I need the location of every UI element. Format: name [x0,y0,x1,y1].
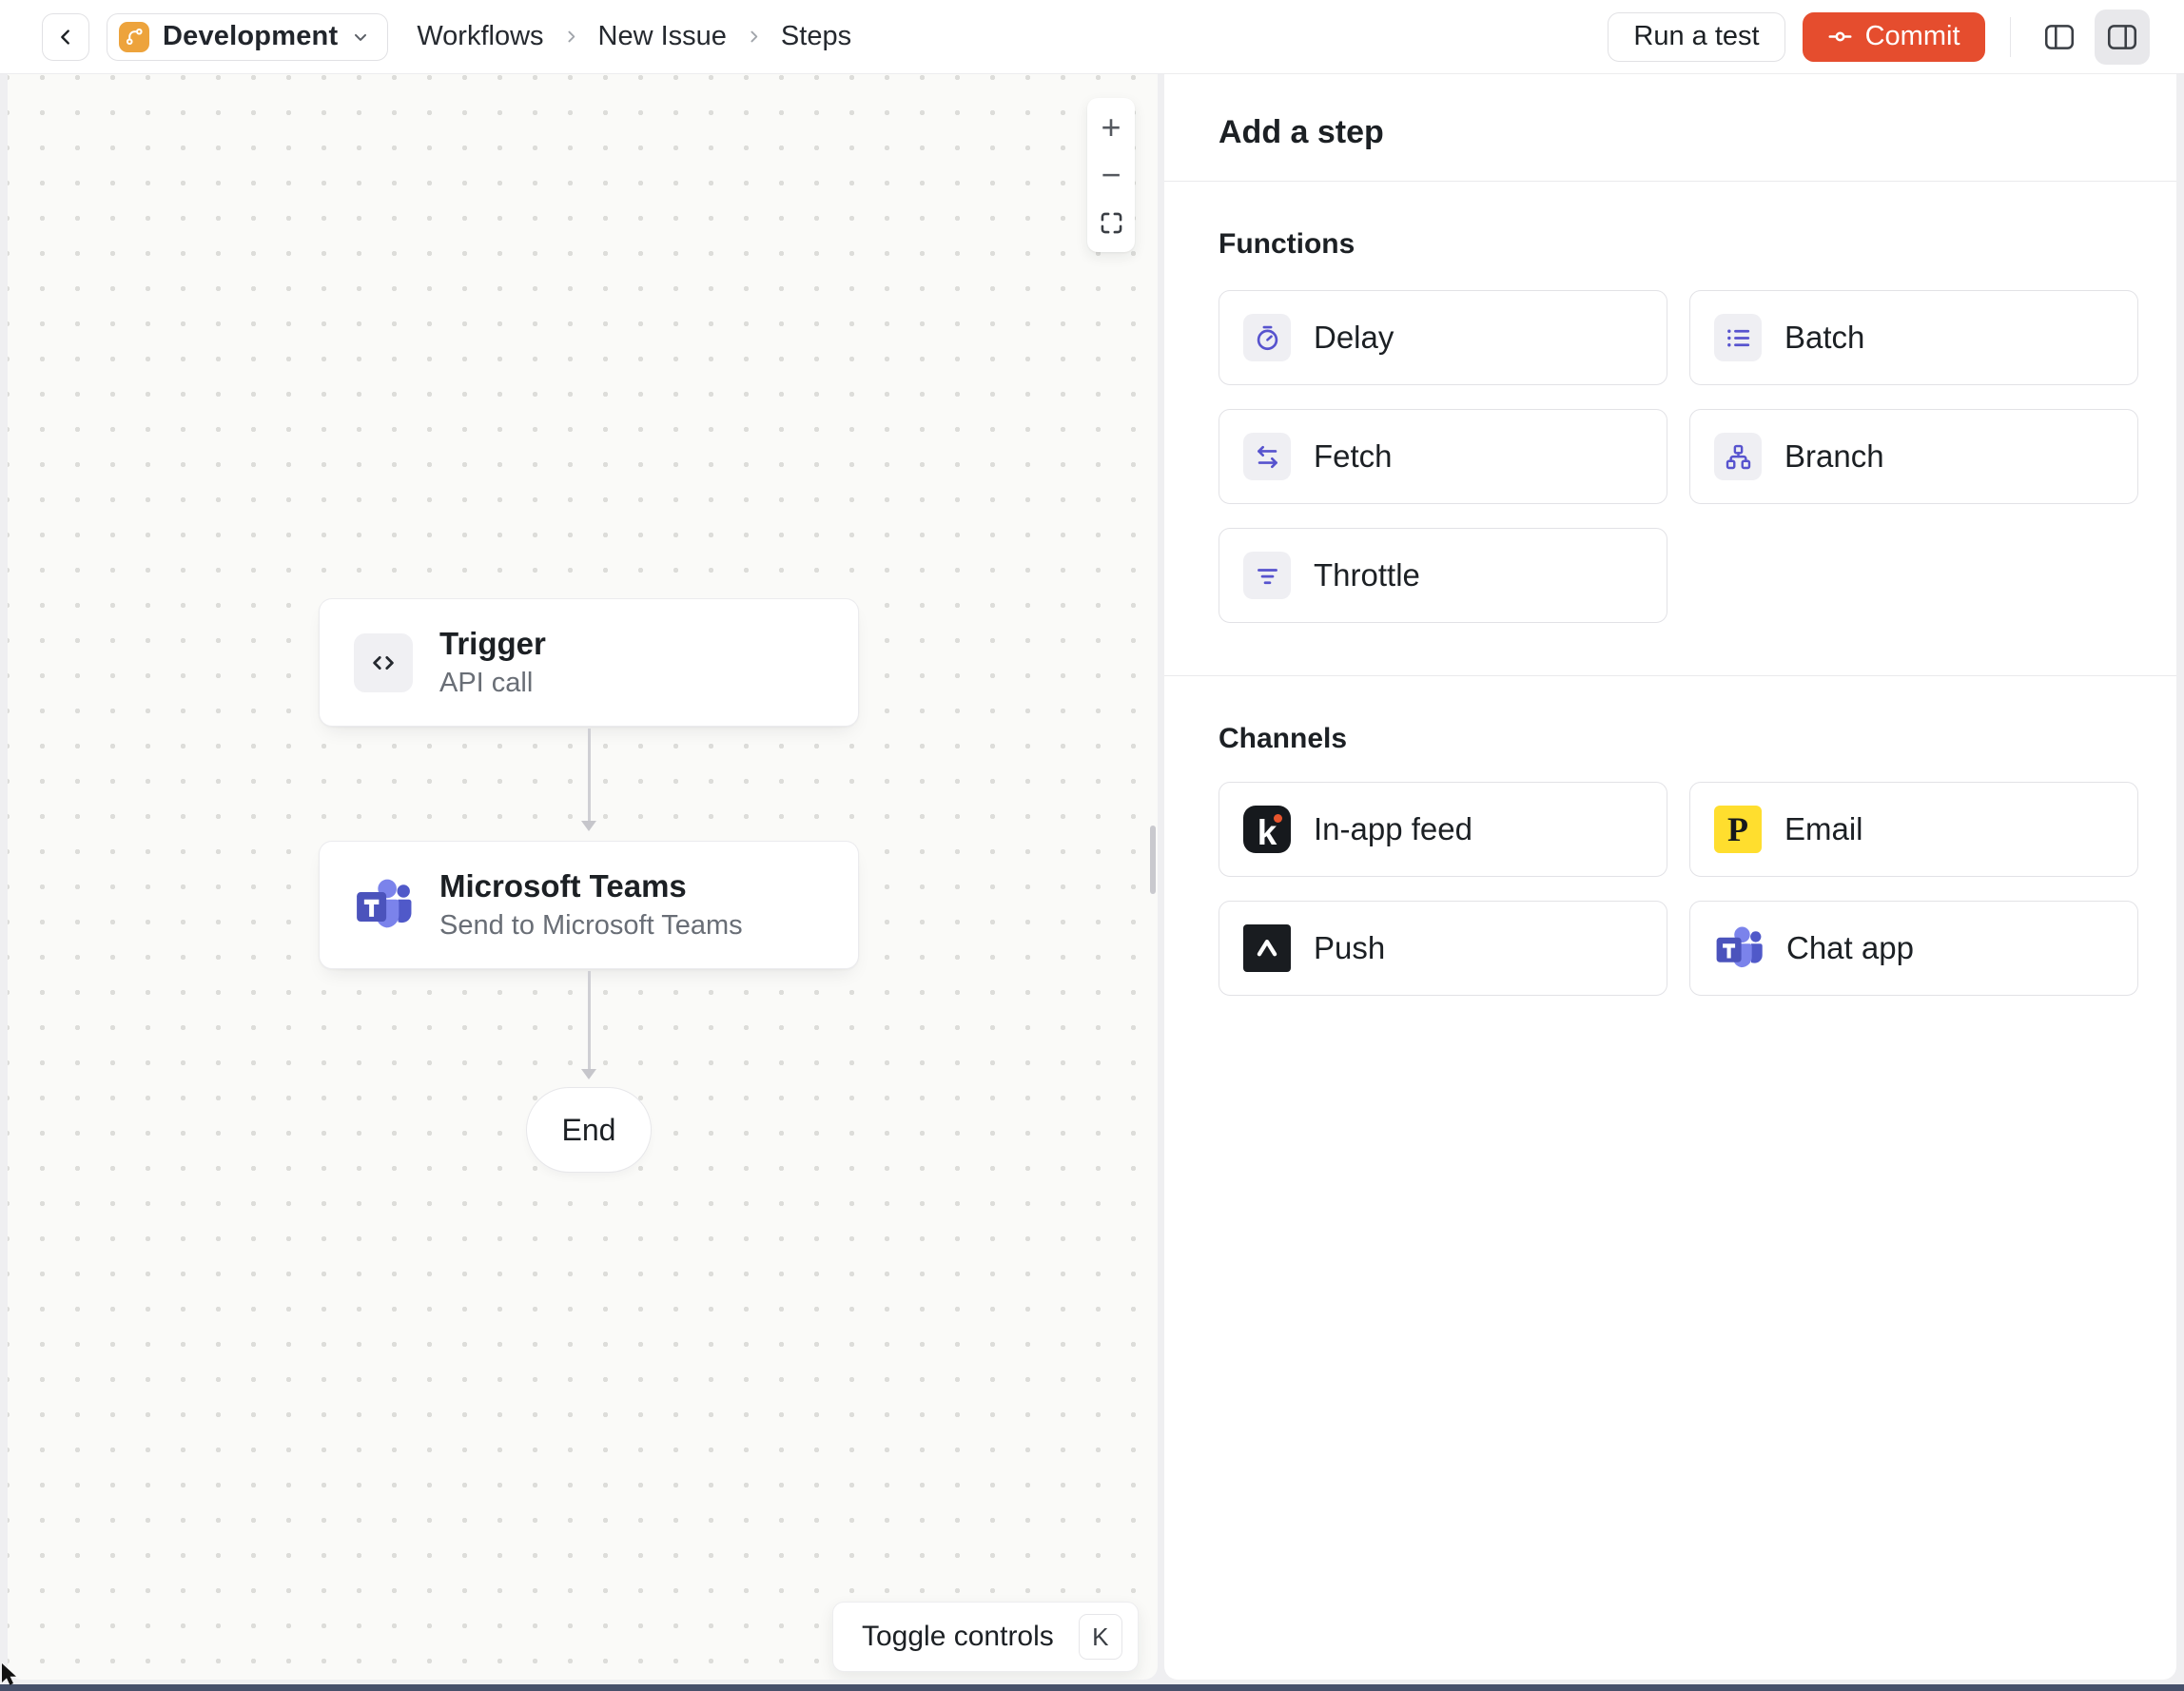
toggle-controls-button[interactable]: Toggle controls K [832,1602,1139,1672]
run-a-test-button[interactable]: Run a test [1608,11,1785,62]
connector-arrow [581,729,597,831]
function-card-fetch[interactable]: Fetch [1219,409,1667,504]
divider [1164,675,2176,676]
step-label: Email [1784,811,1863,846]
step-label: In-app feed [1314,811,1472,846]
swap-arrows-icon [1243,433,1291,480]
channel-card-in-app-feed[interactable]: k In-app feed [1219,782,1667,877]
commit-label: Commit [1864,21,1960,51]
step-label: Throttle [1314,557,1420,593]
trigger-node-subtitle: API call [439,668,534,698]
window-bottom-edge [0,1684,2184,1691]
commit-icon [1827,24,1853,49]
knock-logo: k [1243,806,1291,853]
step-label: Delay [1314,320,1394,355]
panel-title: Add a step [1219,114,1384,150]
zoom-controls: + − [1087,98,1135,252]
breadcrumb-workflows[interactable]: Workflows [417,21,543,52]
microsoft-teams-icon [354,878,413,933]
panel-right-icon [2105,20,2139,54]
microsoft-teams-node[interactable]: Microsoft Teams Send to Microsoft Teams [319,841,859,969]
add-step-panel: Add a step Functions Delay Batch Fetch B… [1164,74,2176,1680]
function-card-throttle[interactable]: Throttle [1219,528,1667,623]
code-icon [354,632,413,692]
funnel-icon [1243,552,1291,599]
chevron-left-icon [55,27,76,48]
step-label: Batch [1784,320,1865,355]
divider [1164,181,2176,182]
back-button[interactable] [42,12,89,61]
channel-card-chat-app[interactable]: Chat app [1689,901,2138,996]
canvas-scrollbar[interactable] [1150,826,1156,894]
channel-card-email[interactable]: P Email [1689,782,2138,877]
git-branch-icon [119,21,149,52]
fit-view-button[interactable] [1087,199,1135,246]
breadcrumb: Workflows New Issue Steps [417,21,851,52]
channels-heading: Channels [1219,723,1348,754]
postmark-logo: P [1714,806,1762,853]
expo-logo [1243,924,1291,972]
channels-grid: k In-app feed P Email Push Chat app [1219,782,2138,996]
environment-label: Development [163,21,339,51]
divider [2009,16,2011,57]
step-label: Branch [1784,438,1884,474]
end-node-label: End [561,1112,616,1147]
chevron-right-icon [563,29,579,45]
function-card-branch[interactable]: Branch [1689,409,2138,504]
environment-switcher[interactable]: Development [107,12,389,61]
hierarchy-icon [1714,433,1762,480]
functions-heading: Functions [1219,228,1355,260]
keyboard-shortcut-badge: K [1078,1614,1122,1660]
step-label: Push [1314,930,1386,965]
chevron-right-icon [746,29,762,45]
teams-node-subtitle: Send to Microsoft Teams [439,910,743,941]
zoom-out-button[interactable]: − [1087,151,1135,199]
step-label: Chat app [1786,930,1914,965]
trigger-node-title: Trigger [439,626,546,661]
teams-node-title: Microsoft Teams [439,868,687,904]
zoom-in-button[interactable]: + [1087,104,1135,151]
commit-button[interactable]: Commit [1802,11,1985,62]
chevron-down-icon [351,28,370,47]
toggle-right-panel-button[interactable] [2095,9,2150,65]
toggle-controls-label: Toggle controls [862,1621,1054,1652]
list-icon [1714,314,1762,361]
microsoft-teams-logo [1714,925,1764,972]
stopwatch-icon [1243,314,1291,361]
end-node[interactable]: End [526,1087,652,1173]
breadcrumb-new-issue[interactable]: New Issue [598,21,727,52]
toggle-left-panel-button[interactable] [2032,10,2087,65]
top-bar: Development Workflows New Issue Steps Ru… [0,0,2184,74]
mouse-cursor [1,1663,24,1690]
function-card-delay[interactable]: Delay [1219,290,1667,385]
workflow-canvas[interactable]: + − Trigger API call Microsoft Teams Sen… [8,74,1158,1680]
step-label: Fetch [1314,438,1393,474]
breadcrumb-steps: Steps [780,21,852,51]
trigger-node[interactable]: Trigger API call [319,598,859,727]
function-card-batch[interactable]: Batch [1689,290,2138,385]
functions-grid: Delay Batch Fetch Branch Throttle [1219,290,2138,623]
panel-left-icon [2042,20,2077,54]
channel-card-push[interactable]: Push [1219,901,1667,996]
header-actions: Run a test Commit [1608,9,2150,65]
connector-arrow [581,971,597,1079]
